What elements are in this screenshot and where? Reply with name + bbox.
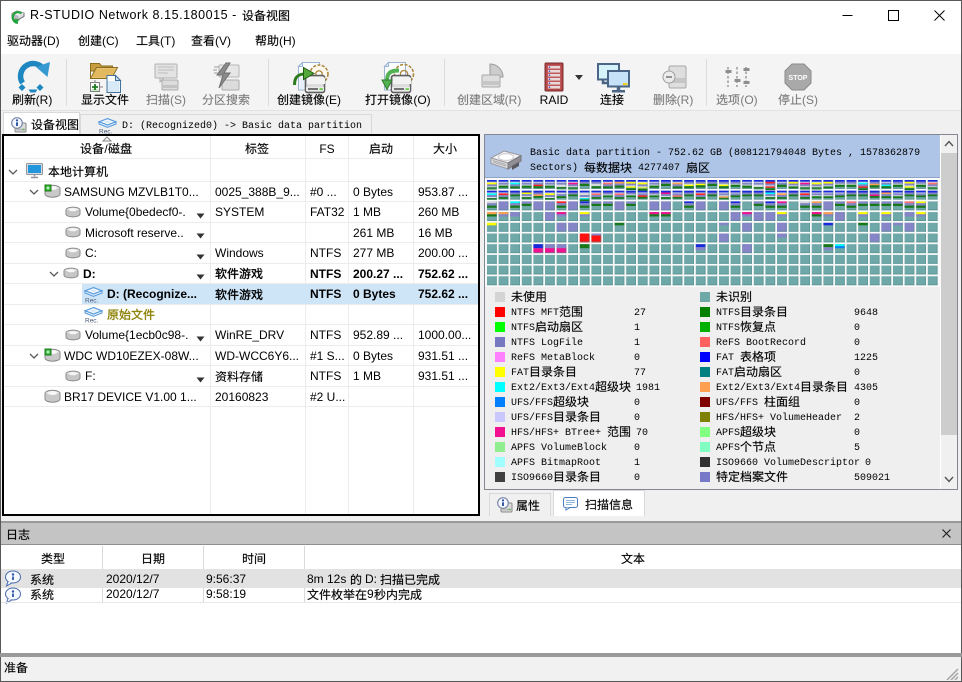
svg-text:STOP: STOP [789,75,808,82]
svg-text:Rec.: Rec. [85,297,99,304]
svg-text:Rec.: Rec. [85,318,99,325]
